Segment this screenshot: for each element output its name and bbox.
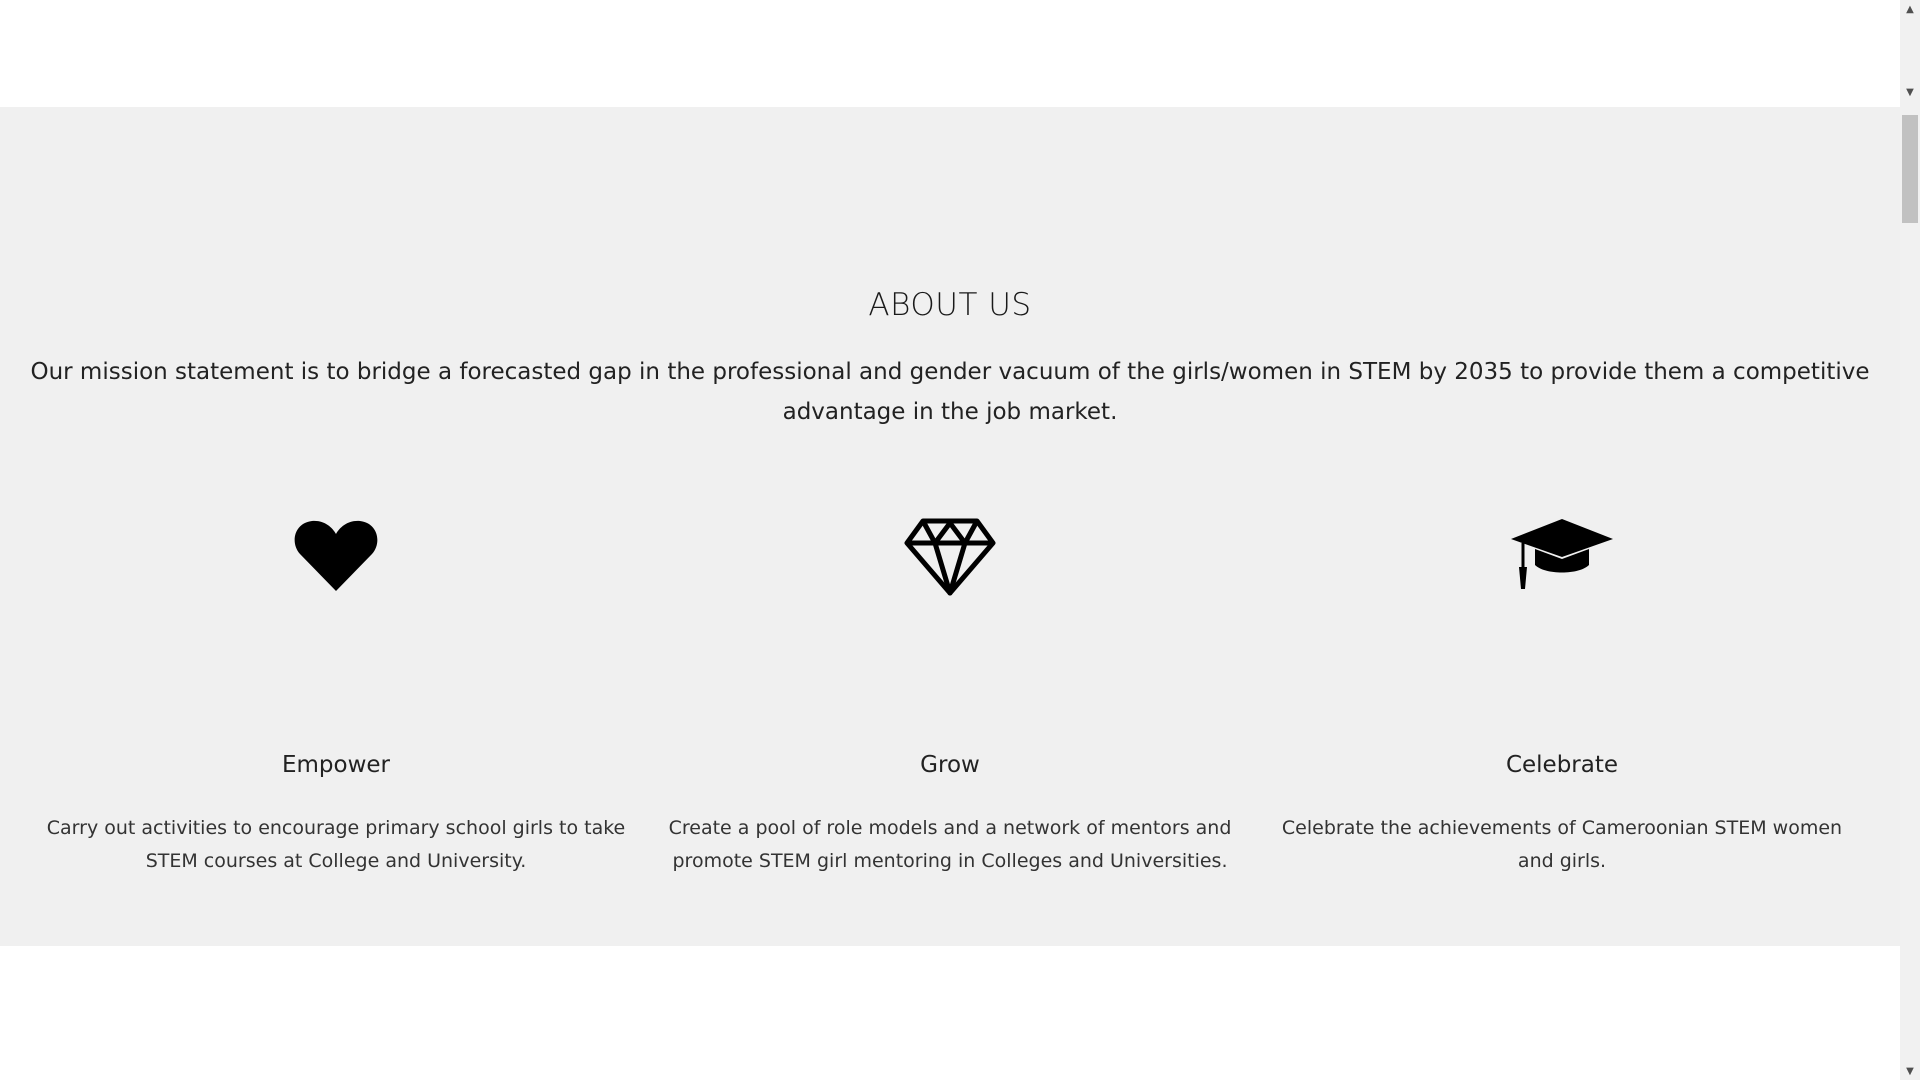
feature-title: Celebrate — [1505, 752, 1619, 778]
feature-empower: Empower Carry out activities to encourag… — [36, 517, 636, 872]
feature-text: Create a pool of role models and a netwo… — [668, 817, 1232, 872]
scroll-down-button[interactable]: ▼ — [1900, 1062, 1920, 1080]
about-title: ABOUT US — [868, 287, 1032, 323]
mission-statement: Our mission statement is to bridge a for… — [30, 359, 1870, 425]
scrollbar[interactable]: ▲ ▼ ▼ — [1900, 0, 1920, 1080]
feature-text: Celebrate the achievements of Cameroonia… — [1281, 817, 1843, 872]
previous-section — [0, 0, 1900, 107]
scrollbar-thumb[interactable] — [1902, 115, 1918, 223]
feature-text: Carry out activities to encourage primar… — [46, 817, 626, 872]
feature-celebrate: Celebrate Celebrate the achievements of … — [1262, 517, 1862, 872]
page: ABOUT US Our mission statement is to bri… — [0, 0, 1900, 1080]
feature-grow: Grow Create a pool of role models and a … — [650, 517, 1250, 872]
feature-title: Empower — [281, 752, 391, 778]
heart-icon — [36, 517, 636, 607]
scroll-up-button[interactable]: ▲ — [1900, 0, 1920, 18]
diamond-icon — [650, 517, 1250, 607]
next-section — [0, 946, 1900, 1080]
graduation-cap-icon — [1262, 517, 1862, 607]
about-section: ABOUT US Our mission statement is to bri… — [0, 107, 1900, 946]
feature-title: Grow — [920, 752, 980, 778]
scroll-down-button-inner[interactable]: ▼ — [1900, 83, 1920, 101]
